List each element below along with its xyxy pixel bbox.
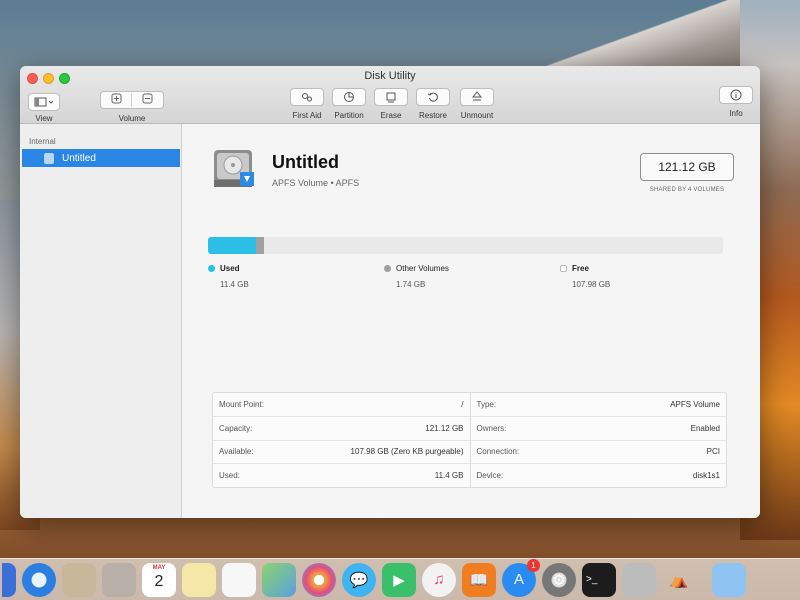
legend-free: Free 107.98 GB (560, 264, 610, 289)
window-title: Disk Utility (364, 70, 416, 82)
dock-finder-icon[interactable] (2, 562, 16, 597)
sidebar: Internal Untitled (20, 124, 182, 518)
toolbar: Disk Utility View Volume First Aid Parti… (20, 66, 760, 124)
legend-used-value: 11.4 GB (220, 280, 249, 289)
partition-label: Partition (334, 111, 364, 120)
unmount-label: Unmount (460, 111, 494, 120)
dock-downloads-folder-icon[interactable] (712, 562, 746, 597)
sidebar-item-label: Untitled (62, 152, 96, 164)
volume-subtitle: APFS Volume • APFS (272, 178, 360, 188)
usage-segment-free (263, 237, 723, 254)
info-row-owners: Owners: Enabled (470, 417, 726, 441)
calendar-month: MAY (152, 564, 166, 571)
info-label: Info (729, 109, 743, 118)
remove-volume-icon (142, 93, 153, 104)
partition-button[interactable] (332, 88, 366, 106)
info-table: Mount Point: / Capacity: 121.12 GB Availab… (212, 392, 727, 488)
capacity-caption: SHARED BY 4 VOLUMES (649, 187, 725, 193)
info-row-used: Used: 11.4 GB (219, 471, 464, 481)
dock-system-preferences-icon[interactable]: ⚙ (542, 562, 576, 597)
calendar-day: 2 (154, 572, 164, 590)
info-button[interactable] (719, 86, 753, 104)
restore-label: Restore (418, 111, 447, 120)
dock-calendar-icon[interactable]: MAY 2 (142, 562, 176, 597)
dock-terminal-icon[interactable]: >_ (582, 562, 616, 597)
dock-notes-icon[interactable] (182, 562, 216, 597)
dock-disk-utility-icon[interactable] (622, 562, 656, 597)
first-aid-button[interactable] (290, 88, 324, 106)
info-icon (730, 89, 742, 101)
sidebar-section-internal: Internal (29, 137, 56, 146)
volume-label: Volume (118, 114, 146, 123)
dock-itunes-icon[interactable]: ♫ (422, 562, 456, 597)
info-row-device: Device: disk1s1 (476, 471, 721, 481)
used-dot-icon (208, 265, 215, 272)
unmount-button[interactable] (460, 88, 494, 106)
info-row-mount-point: Mount Point: / (213, 393, 470, 417)
dock-photos-icon[interactable] (302, 562, 336, 597)
volume-icon (44, 152, 54, 164)
volume-name: Untitled (272, 152, 339, 172)
free-dot-icon (560, 265, 567, 272)
capacity-box: 121.12 GB (640, 153, 734, 181)
dock-mail-icon[interactable] (62, 562, 96, 597)
legend-free-value: 107.98 GB (572, 280, 611, 289)
dock-utility-icon[interactable]: ⛺ (662, 563, 696, 597)
add-volume-icon (111, 93, 121, 104)
dock-app-store-icon[interactable]: A 1 (502, 558, 540, 597)
other-dot-icon (384, 265, 391, 272)
usage-segment-other (256, 237, 264, 254)
legend-used-label: Used (220, 264, 240, 273)
legend-other-label: Other Volumes (396, 264, 449, 273)
dock-facetime-icon[interactable]: ▶ (382, 562, 416, 597)
unmount-icon (471, 91, 483, 101)
sidebar-toggle-icon (34, 97, 54, 107)
disk-utility-window: Disk Utility View Volume First Aid Parti… (20, 66, 760, 518)
remove-volume-button[interactable] (132, 93, 163, 107)
dock-messages-icon[interactable]: 💬 (342, 562, 376, 597)
legend-other-value: 1.74 GB (396, 280, 426, 289)
info-row-available: Available: 107.98 GB (Zero KB purgeable) (213, 441, 470, 465)
wallpaper-mountain (540, 0, 760, 70)
add-volume-button[interactable] (101, 93, 132, 107)
partition-icon (344, 92, 354, 102)
dock-contacts-icon[interactable] (102, 562, 136, 597)
dock: MAY 2 💬 ▶ ♫ 📖 A 1 ⚙ >_ ⛺ (0, 558, 800, 600)
view-label: View (35, 114, 53, 123)
usage-segment-used (208, 237, 257, 254)
dock-reminders-icon[interactable] (222, 562, 256, 597)
usage-bar (208, 237, 723, 254)
dock-safari-icon[interactable] (22, 562, 56, 597)
sidebar-item-untitled[interactable]: Untitled (22, 149, 180, 167)
restore-icon (427, 92, 438, 102)
hard-drive-icon (214, 150, 254, 187)
legend-other: Other Volumes 1.74 GB (384, 264, 449, 289)
erase-icon (386, 92, 396, 103)
info-column-right: Type: APFS Volume Owners: Enabled Connecti… (469, 393, 726, 487)
first-aid-label: First Aid (292, 111, 322, 120)
info-column-left: Mount Point: / Capacity: 121.12 GB Availab… (213, 393, 470, 487)
volume-buttons (100, 91, 164, 109)
info-row-capacity: Capacity: 121.12 GB (213, 417, 470, 441)
info-row-connection: Connection: PCI (470, 441, 726, 465)
app-store-badge: 1 (527, 558, 540, 572)
legend-used: Used 11.4 GB (208, 264, 249, 289)
legend-free-label: Free (572, 264, 589, 273)
restore-button[interactable] (416, 88, 450, 106)
view-button[interactable] (28, 93, 60, 111)
info-row-type: Type: APFS Volume (470, 393, 726, 417)
stethoscope-icon (302, 93, 312, 102)
erase-button[interactable] (374, 88, 408, 106)
erase-label: Erase (380, 111, 402, 120)
volume-detail: Untitled APFS Volume • APFS 121.12 GB SH… (182, 124, 760, 518)
dock-ibooks-icon[interactable]: 📖 (462, 562, 496, 597)
dock-maps-icon[interactable] (262, 562, 296, 597)
